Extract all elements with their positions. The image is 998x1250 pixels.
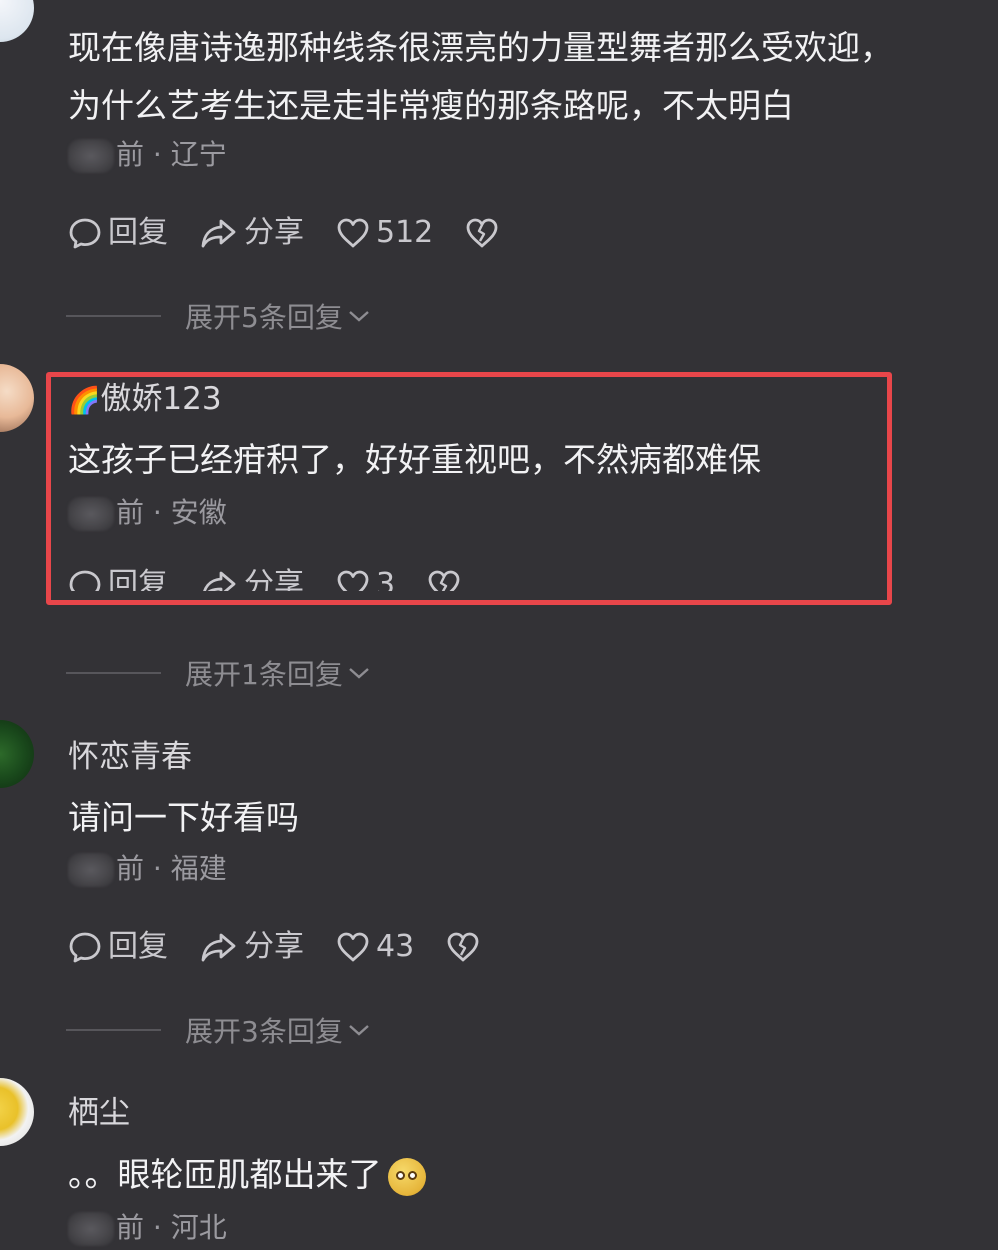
broken-heart-icon: [466, 218, 498, 248]
expand-replies[interactable]: 展开5条回复: [66, 296, 371, 336]
like-count: 512: [376, 215, 434, 250]
meta-separator: ·: [152, 852, 162, 885]
comment-meta: 前 · 辽宁: [68, 138, 227, 173]
speech-bubble-icon: [69, 932, 101, 963]
comment-text-line: 为什么艺考生还是走非常瘦的那条路呢，不太明白: [68, 86, 794, 125]
rolling-eyes-emoji-icon: [387, 1157, 426, 1196]
chevron-down-icon: [349, 311, 369, 322]
expand-divider: [66, 315, 161, 317]
expand-replies[interactable]: 展开1条回复: [66, 653, 371, 693]
meta-separator: ·: [152, 1211, 162, 1244]
share-button[interactable]: 分享: [200, 215, 304, 251]
dislike-button[interactable]: [465, 217, 505, 249]
location-label: 辽宁: [170, 138, 227, 171]
avatar[interactable]: [0, 0, 34, 42]
expand-replies[interactable]: 展开3条回复: [66, 1010, 371, 1050]
share-arrow-icon: [201, 219, 236, 248]
comment-meta: 前 · 河北: [68, 1211, 227, 1246]
expand-divider: [66, 1029, 161, 1031]
comment-text: 。。眼轮匝肌都出来了: [68, 1146, 426, 1204]
broken-heart-icon: [447, 932, 479, 962]
share-button[interactable]: 分享: [200, 929, 304, 965]
reply-label: 回复: [108, 215, 168, 250]
blurred-time: [68, 1212, 114, 1246]
reply-button[interactable]: 回复: [68, 215, 168, 251]
heart-icon: [337, 932, 369, 962]
comment-text-line: 。。眼轮匝肌都出来了: [68, 1155, 382, 1194]
share-label: 分享: [244, 215, 304, 250]
heart-icon: [337, 218, 369, 248]
share-arrow-icon: [201, 933, 236, 962]
chevron-down-icon: [349, 668, 369, 679]
like-button[interactable]: 512: [336, 215, 433, 251]
meta-separator: ·: [152, 138, 162, 171]
blurred-time: [68, 139, 114, 173]
reply-button[interactable]: 回复: [68, 929, 168, 965]
time-suffix: 前: [116, 1211, 145, 1244]
expand-label: 展开1条回复: [185, 658, 343, 691]
username[interactable]: 栖尘: [68, 1095, 130, 1131]
chevron-down-icon: [349, 1025, 369, 1036]
avatar[interactable]: [0, 364, 34, 432]
comment-actions: 回复 分享 512: [68, 215, 537, 251]
comment-text-line: 现在像唐诗逸那种线条很漂亮的力量型舞者那么受欢迎，: [68, 28, 893, 67]
like-button[interactable]: 43: [336, 929, 414, 965]
avatar[interactable]: [0, 1078, 34, 1146]
comment-text-line: 请问一下好看吗: [68, 798, 299, 837]
expand-label: 展开5条回复: [185, 301, 343, 334]
time-suffix: 前: [116, 138, 145, 171]
username[interactable]: 怀恋青春: [68, 739, 192, 775]
like-count: 43: [376, 929, 415, 964]
expand-divider: [66, 672, 161, 674]
reply-label: 回复: [108, 929, 168, 964]
blurred-time: [68, 853, 114, 887]
speech-bubble-icon: [69, 218, 101, 249]
location-label: 河北: [170, 1211, 227, 1244]
avatar[interactable]: [0, 720, 34, 788]
expand-label: 展开3条回复: [185, 1015, 343, 1048]
comment-text: 现在像唐诗逸那种线条很漂亮的力量型舞者那么受欢迎， 为什么艺考生还是走非常瘦的那…: [68, 19, 893, 135]
highlight-box: [46, 372, 892, 605]
comment-meta: 前 · 福建: [68, 852, 227, 887]
comment-text: 请问一下好看吗: [68, 789, 299, 847]
time-suffix: 前: [116, 852, 145, 885]
location-label: 福建: [170, 852, 227, 885]
dislike-button[interactable]: [446, 931, 486, 963]
share-label: 分享: [244, 929, 304, 964]
comment-actions: 回复 分享 43: [68, 929, 518, 965]
